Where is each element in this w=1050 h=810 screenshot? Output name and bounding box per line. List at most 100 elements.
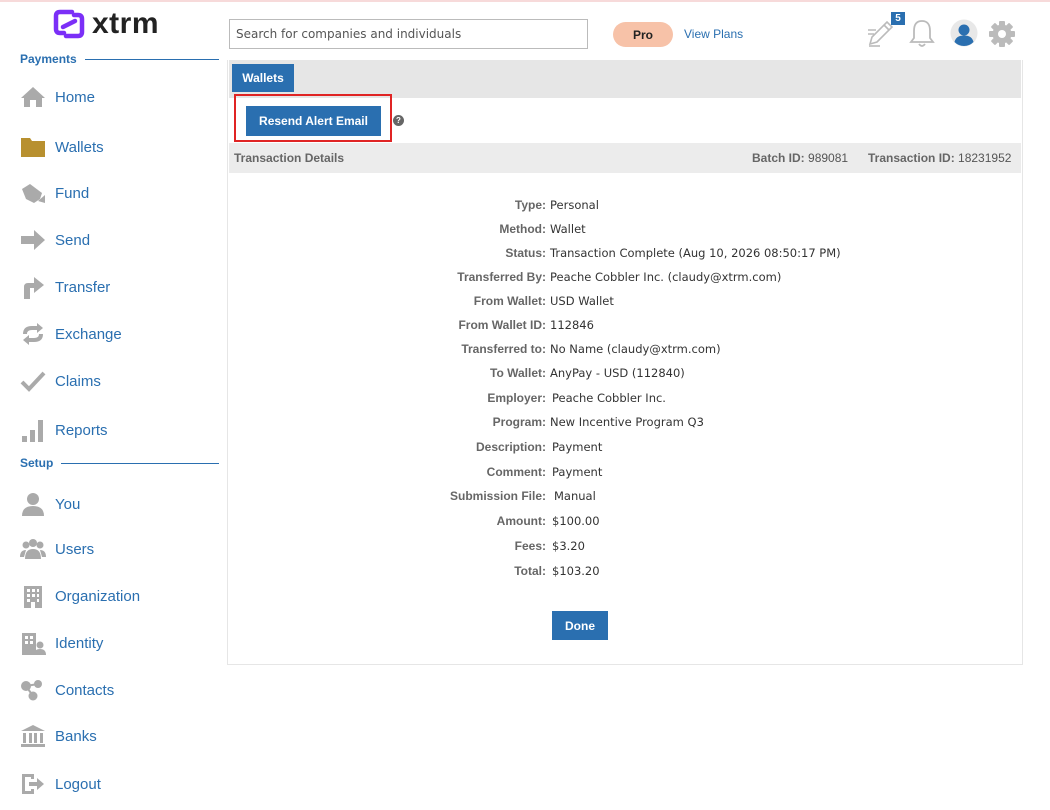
search-input[interactable] [229,19,588,49]
tab-wallets[interactable]: Wallets [232,64,294,92]
top-accent-line [0,0,1050,2]
detail-value: $103.20 [552,564,600,578]
sidebar-item-exchange[interactable]: Exchange [20,319,122,349]
detail-row-type: Type: Personal [229,198,1021,216]
detail-key: Method: [499,222,546,236]
detail-row-fees: Fees: $3.20 [229,539,1021,557]
checkmark-icon [20,368,46,394]
sidebar-item-label: Transfer [55,278,111,296]
sidebar-item-label: Send [55,231,91,249]
tasks-count-badge: 5 [891,12,905,25]
detail-value: Wallet [550,222,586,236]
bank-icon [20,723,46,749]
xtrm-logo[interactable]: xtrm [52,6,159,42]
exchange-icon [20,321,46,347]
detail-value: Personal [550,198,599,212]
detail-value: No Name (claudy@xtrm.com) [550,342,721,356]
sidebar-item-identity[interactable]: Identity [20,628,103,658]
sidebar-item-banks[interactable]: Banks [20,721,97,751]
detail-key: Status: [505,246,546,260]
view-plans-link[interactable]: View Plans [684,27,743,41]
user-avatar-icon[interactable] [950,19,978,47]
sidebar-item-label: Reports [55,421,108,439]
detail-key: To Wallet: [490,366,546,380]
detail-key: Employer: [487,391,546,405]
resend-alert-email-button[interactable]: Resend Alert Email [246,106,381,136]
sidebar-item-label: Home [55,88,96,106]
divider [84,58,219,60]
home-icon [20,84,46,110]
detail-row-description: Description: Payment [229,440,1021,458]
detail-key: Transferred By: [457,270,546,284]
detail-key: Comment: [486,465,546,479]
send-arrow-icon [20,227,46,253]
sidebar-item-users[interactable]: Users [20,534,94,564]
batch-id-label: Batch ID: [752,151,805,165]
detail-row-transferred-by: Transferred By: Peache Cobbler Inc. (clau… [229,270,1021,288]
sidebar-item-label: Organization [55,587,141,605]
detail-row-from-wallet-id: From Wallet ID: 112846 [229,318,1021,336]
transaction-id-value: 18231952 [958,151,1012,165]
bar-chart-icon [20,417,46,443]
detail-value: Payment [552,440,603,454]
detail-row-method: Method: Wallet [229,222,1021,240]
pro-badge[interactable]: Pro [613,22,673,47]
detail-value: 112846 [550,318,594,332]
folder-icon [20,134,46,160]
detail-value: Manual [554,489,596,503]
detail-value: Transaction Complete (Aug 10, 2026 08:50… [550,246,841,260]
detail-value: AnyPay - USD (112840) [550,366,685,380]
bell-icon[interactable] [907,18,937,48]
payments-section-heading: Payments [20,52,219,66]
sidebar-item-you[interactable]: You [20,489,80,519]
detail-value: USD Wallet [550,294,614,308]
detail-value: Payment [552,465,603,479]
sidebar-item-label: Identity [55,634,104,652]
detail-key: Type: [514,198,546,212]
detail-row-to-wallet: To Wallet: AnyPay - USD (112840) [229,366,1021,384]
help-icon[interactable]: ? [393,115,404,126]
detail-key: From Wallet ID: [458,318,546,332]
detail-row-program: Program: New Incentive Program Q3 [229,415,1021,433]
detail-value: New Incentive Program Q3 [550,415,704,429]
sidebar-item-label: Wallets [55,138,104,156]
users-icon [20,536,46,562]
detail-value: $3.20 [552,539,585,553]
gear-icon[interactable] [988,20,1016,48]
identity-icon [20,630,46,656]
detail-value: Peache Cobbler Inc. (claudy@xtrm.com) [550,270,782,284]
transaction-details-title: Transaction Details [234,151,345,165]
detail-row-amount: Amount: $100.00 [229,514,1021,532]
divider [61,462,219,464]
detail-row-from-wallet: From Wallet: USD Wallet [229,294,1021,312]
detail-key: Program: [492,415,546,429]
detail-value: Peache Cobbler Inc. [552,391,666,405]
sidebar-item-label: Claims [55,372,101,390]
sidebar-item-reports[interactable]: Reports [20,415,108,445]
detail-key: Transferred to: [461,342,546,356]
sidebar-item-send[interactable]: Send [20,225,90,255]
sidebar-item-label: Fund [55,184,90,202]
sidebar-item-home[interactable]: Home [20,82,95,112]
batch-id: Batch ID: 989081 [752,151,848,165]
sidebar-item-fund[interactable]: Fund [20,178,89,208]
detail-key: Submission File: [449,489,546,503]
setup-section-heading: Setup [20,456,219,470]
sidebar-item-wallets[interactable]: Wallets [20,132,104,162]
detail-value: $100.00 [552,514,600,528]
contacts-icon [20,677,46,703]
sidebar-item-label: Users [55,540,95,558]
sidebar-item-logout[interactable]: Logout [20,769,101,799]
xtrm-logo-icon [53,9,85,39]
done-button[interactable]: Done [552,611,608,640]
sidebar-item-contacts[interactable]: Contacts [20,675,114,705]
detail-row-submission-file: Submission File: Manual [229,489,1021,507]
sidebar-item-organization[interactable]: Organization [20,581,140,611]
sidebar-item-label: Banks [55,727,97,745]
brand-name: xtrm [92,7,160,40]
sidebar-item-label: Exchange [55,325,122,343]
sidebar-item-transfer[interactable]: Transfer [20,272,110,302]
sidebar-item-claims[interactable]: Claims [20,366,101,396]
detail-key: Total: [514,564,546,578]
sidebar-item-label: You [55,495,81,513]
